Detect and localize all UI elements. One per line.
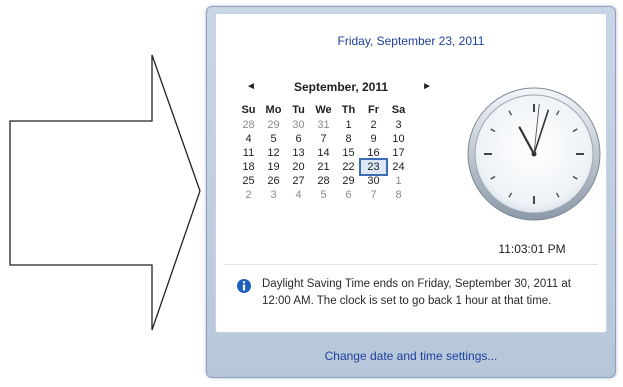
calendar-day[interactable]: 10	[386, 132, 411, 146]
calendar-day[interactable]: 2	[236, 188, 261, 202]
calendar-day[interactable]: 9	[361, 132, 386, 146]
change-date-time-settings-link[interactable]: Change date and time settings...	[207, 349, 615, 363]
calendar-week-row: 2345678	[236, 188, 411, 202]
calendar-day[interactable]: 25	[236, 174, 261, 188]
calendar-day[interactable]: 21	[311, 160, 336, 174]
divider	[224, 264, 598, 265]
calendar-week-row: 25 26 27 28 29 30 1	[236, 174, 411, 188]
calendar-day-selected[interactable]: 23	[359, 158, 388, 176]
calendar-day[interactable]: 29	[336, 174, 361, 188]
calendar-day[interactable]: 7	[361, 188, 386, 202]
calendar-day[interactable]: 8	[336, 132, 361, 146]
calendar-week-row: 11 12 13 14 15 16 17	[236, 146, 411, 160]
calendar-day[interactable]: 16	[361, 146, 386, 160]
calendar-day[interactable]: 24	[386, 160, 411, 174]
calendar-day[interactable]: 20	[286, 160, 311, 174]
calendar-week-row: 4 5 6 7 8 9 10	[236, 132, 411, 146]
calendar-day[interactable]: 2	[361, 118, 386, 132]
calendar-week-row: 18 19 20 21 22 23 24	[236, 158, 411, 176]
analog-clock	[467, 87, 601, 221]
calendar-day[interactable]: 31	[311, 118, 336, 132]
calendar-day[interactable]: 22	[336, 160, 361, 174]
calendar-day[interactable]: 13	[286, 146, 311, 160]
calendar-day[interactable]: 6	[336, 188, 361, 202]
info-icon	[237, 279, 251, 293]
digital-time: 11:03:01 PM	[498, 242, 566, 256]
calendar-day[interactable]: 27	[286, 174, 311, 188]
calendar-day[interactable]: 15	[336, 146, 361, 160]
weekday-label: Tu	[292, 104, 305, 116]
month-title[interactable]: September, 2011	[236, 80, 446, 94]
calendar-day[interactable]: 4	[236, 132, 261, 146]
calendar-day[interactable]: 28	[311, 174, 336, 188]
calendar-day[interactable]: 30	[286, 118, 311, 132]
calendar-day[interactable]: 14	[311, 146, 336, 160]
weekday-label: Th	[341, 104, 356, 116]
calendar-day[interactable]: 1	[336, 118, 361, 132]
calendar: ◄ September, 2011 ► Su Mo Tu We Th Fr Sa 28 29 3…	[236, 80, 446, 202]
calendar-day[interactable]: 11	[236, 146, 261, 160]
calendar-week-row: 28 29 30 31 1 2 3	[236, 118, 411, 132]
calendar-grid: Su Mo Tu We Th Fr Sa 28 29 30 31 1 2 3 4 5 6 7 8 9 10 11 12 13…	[236, 102, 411, 202]
weekday-header-row: Su Mo Tu We Th Fr Sa	[236, 102, 411, 118]
calendar-day[interactable]: 7	[311, 132, 336, 146]
calendar-nav: ◄ September, 2011 ►	[236, 80, 446, 102]
calendar-day[interactable]: 6	[286, 132, 311, 146]
calendar-day[interactable]: 3	[386, 118, 411, 132]
calendar-day[interactable]: 29	[261, 118, 286, 132]
calendar-day[interactable]: 1	[386, 174, 411, 188]
date-time-popup: Friday, September 23, 2011 ◄ September, …	[206, 6, 616, 378]
calendar-day[interactable]: 5	[311, 188, 336, 202]
weekday-label: Mo	[265, 104, 282, 116]
calendar-day[interactable]: 28	[236, 118, 261, 132]
full-date-header[interactable]: Friday, September 23, 2011	[216, 34, 606, 48]
calendar-day[interactable]: 30	[361, 174, 386, 188]
pointer-arrow-shape	[9, 54, 201, 331]
calendar-day[interactable]: 26	[261, 174, 286, 188]
calendar-day[interactable]: 3	[261, 188, 286, 202]
weekday-label: Su	[241, 104, 256, 116]
calendar-day[interactable]: 8	[386, 188, 411, 202]
weekday-label: Sa	[391, 104, 406, 116]
calendar-day[interactable]: 5	[261, 132, 286, 146]
dst-notice-text: Daylight Saving Time ends on Friday, Sep…	[262, 278, 571, 307]
weekday-label: Fr	[368, 104, 379, 116]
calendar-day[interactable]: 19	[261, 160, 286, 174]
next-month-icon[interactable]: ►	[422, 81, 432, 92]
calendar-clock-panel: Friday, September 23, 2011 ◄ September, …	[215, 13, 607, 333]
calendar-day[interactable]: 4	[286, 188, 311, 202]
calendar-day[interactable]: 17	[386, 146, 411, 160]
calendar-day[interactable]: 12	[261, 146, 286, 160]
weekday-label: We	[315, 104, 332, 116]
calendar-day[interactable]: 18	[236, 160, 261, 174]
